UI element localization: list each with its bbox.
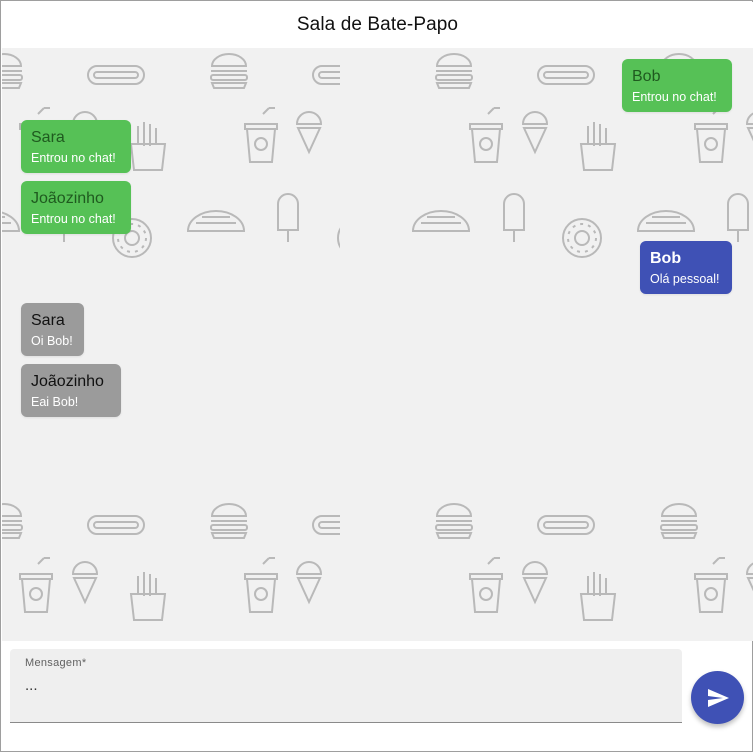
message-author: Bob bbox=[650, 250, 682, 267]
chat-window: Sala de Bate-Papo Bob Entrou no chat! Sa… bbox=[0, 0, 753, 752]
message-list[interactable]: Bob Entrou no chat! Sara Entrou no chat!… bbox=[2, 48, 753, 641]
message-author: Sara bbox=[31, 129, 65, 146]
message-author: Joãozinho bbox=[31, 373, 104, 390]
message-bubble: Joãozinho Eai Bob! bbox=[21, 364, 121, 417]
app-header: Sala de Bate-Papo bbox=[2, 2, 753, 48]
send-button[interactable] bbox=[691, 671, 744, 724]
message-bubble: Bob Olá pessoal! bbox=[640, 241, 732, 294]
message-input[interactable]: Mensagem* ... bbox=[10, 649, 682, 723]
message-text: Entrou no chat! bbox=[632, 90, 717, 104]
message-text: Entrou no chat! bbox=[31, 151, 116, 165]
message-author: Sara bbox=[31, 312, 65, 329]
message-bubble: Joãozinho Entrou no chat! bbox=[21, 181, 131, 234]
message-input-label: Mensagem* bbox=[25, 657, 87, 669]
message-author: Joãozinho bbox=[31, 190, 104, 207]
message-text: Oi Bob! bbox=[31, 334, 73, 348]
message-input-value[interactable]: ... bbox=[25, 677, 38, 694]
message-bubble: Sara Entrou no chat! bbox=[21, 120, 131, 173]
message-author: Bob bbox=[632, 68, 661, 85]
message-bubble: Sara Oi Bob! bbox=[21, 303, 84, 356]
message-text: Eai Bob! bbox=[31, 395, 79, 409]
page-title: Sala de Bate-Papo bbox=[296, 14, 459, 35]
send-icon bbox=[707, 688, 729, 707]
message-bubble: Bob Entrou no chat! bbox=[622, 59, 732, 112]
message-text: Entrou no chat! bbox=[31, 212, 116, 226]
message-text: Olá pessoal! bbox=[650, 272, 720, 286]
